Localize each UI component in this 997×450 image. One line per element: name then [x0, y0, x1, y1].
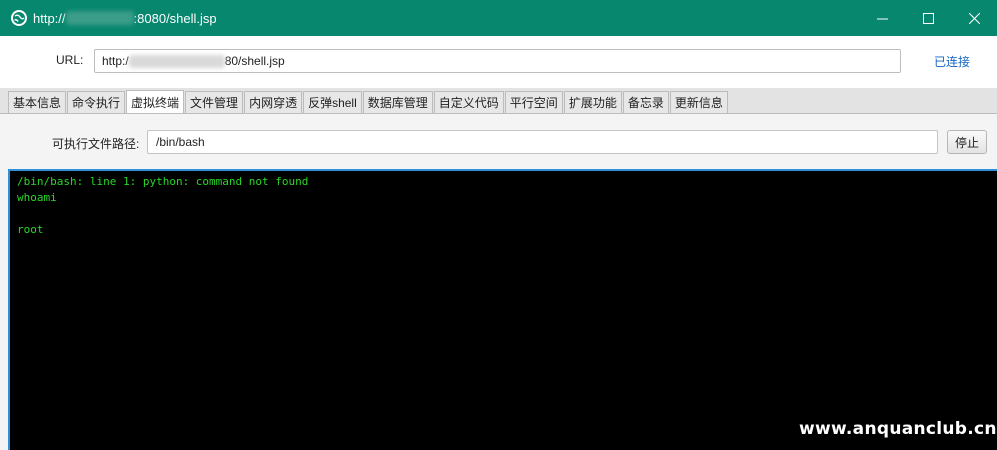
connection-status: 已连接 [934, 55, 971, 69]
stop-button[interactable]: 停止 [947, 130, 987, 154]
redacted-host [65, 11, 134, 25]
terminal-line: root [17, 223, 44, 236]
maximize-button[interactable] [905, 0, 951, 36]
tab-basic-info[interactable]: 基本信息 [8, 91, 67, 113]
window-title-prefix: http:// [33, 10, 66, 26]
tab-custom-code[interactable]: 自定义代码 [433, 91, 504, 113]
tab-extensions[interactable]: 扩展功能 [563, 91, 622, 113]
terminal-output[interactable]: /bin/bash: line 1: python: command not f… [8, 169, 997, 450]
tab-reverse-shell[interactable]: 反弹shell [303, 91, 362, 113]
redacted-url-host [128, 54, 225, 68]
executable-path-input[interactable]: /bin/bash [147, 130, 938, 154]
minimize-button[interactable] [859, 0, 905, 36]
tab-parallel-space[interactable]: 平行空间 [504, 91, 563, 113]
minimize-icon [876, 18, 888, 19]
terminal-line: whoami [17, 191, 57, 204]
tab-memo[interactable]: 备忘录 [622, 91, 669, 113]
window-titlebar[interactable]: http:// :8080/shell.jsp [0, 0, 997, 36]
url-value-suffix: 80/shell.jsp [224, 54, 285, 68]
terminal-line: /bin/bash: line 1: python: command not f… [17, 175, 309, 188]
tab-file-manager[interactable]: 文件管理 [185, 91, 244, 113]
maximize-icon [922, 12, 934, 24]
url-row: URL: http:/ 80/shell.jsp 已连接 [0, 36, 997, 88]
window-title: http:// :8080/shell.jsp [33, 11, 217, 26]
tab-command-exec[interactable]: 命令执行 [67, 91, 126, 113]
tab-update-info[interactable]: 更新信息 [669, 91, 728, 113]
tab-database-manager[interactable]: 数据库管理 [362, 91, 433, 113]
url-input[interactable]: http:/ 80/shell.jsp [94, 49, 901, 73]
tab-intranet-tunnel[interactable]: 内网穿透 [244, 91, 303, 113]
app-globe-icon [11, 10, 27, 26]
close-icon [968, 12, 980, 24]
close-button[interactable] [951, 0, 997, 36]
watermark: www.anquanclub.cn [799, 419, 997, 439]
tab-virtual-terminal[interactable]: 虚拟终端 [126, 90, 185, 113]
virtual-terminal-panel: 可执行文件路径: /bin/bash 停止 /bin/bash: line 1:… [0, 114, 997, 450]
tab-bar: 基本信息 命令执行 虚拟终端 文件管理 内网穿透 反弹shell 数据库管理 自… [0, 88, 997, 114]
executable-path-label: 可执行文件路径: [52, 137, 140, 151]
window-title-suffix: :8080/shell.jsp [133, 10, 217, 26]
url-value-prefix: http:/ [102, 54, 129, 68]
url-label: URL: [56, 53, 84, 67]
